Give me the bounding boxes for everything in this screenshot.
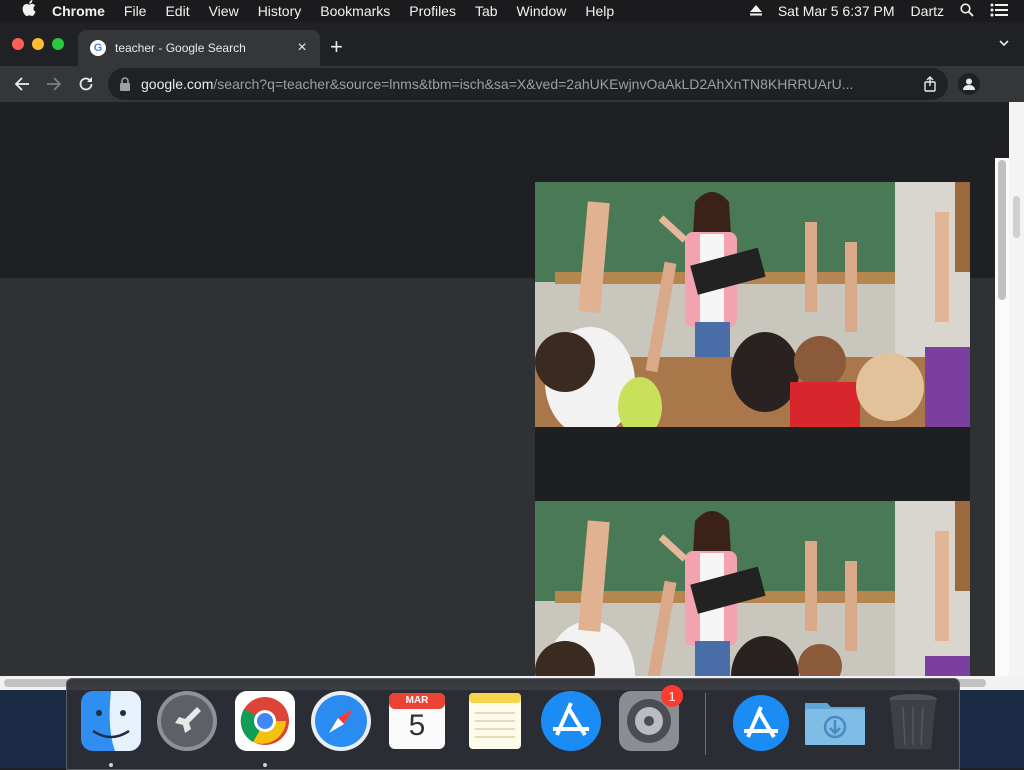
profile-avatar-icon[interactable]	[958, 73, 980, 95]
calendar-icon[interactable]: MAR 5	[385, 689, 449, 753]
launchpad-icon[interactable]	[155, 689, 219, 753]
url-host: google.com	[141, 76, 214, 92]
share-icon[interactable]	[922, 76, 938, 92]
downloads-folder-icon[interactable]	[803, 689, 867, 753]
lock-icon[interactable]	[119, 77, 131, 91]
page-content	[0, 102, 1009, 676]
apple-menu-icon[interactable]	[20, 0, 38, 23]
browser-toolbar: google.com/search?q=teacher&source=lnms&…	[0, 66, 1024, 102]
app-store-icon[interactable]	[539, 689, 603, 753]
safari-icon[interactable]	[309, 689, 373, 753]
menu-help[interactable]: Help	[585, 0, 614, 22]
menu-view[interactable]: View	[209, 0, 239, 22]
reload-icon[interactable]	[74, 72, 98, 96]
chrome-running-dot	[263, 763, 267, 767]
window-close-button[interactable]	[12, 38, 24, 50]
menu-window[interactable]: Window	[517, 0, 567, 22]
menu-file[interactable]: File	[124, 0, 147, 22]
tab-strip: G teacher - Google Search × +	[0, 22, 1024, 66]
google-favicon-icon: G	[90, 40, 106, 56]
eject-icon[interactable]	[749, 3, 762, 19]
menu-edit[interactable]: Edit	[165, 0, 189, 22]
menu-bar: Chrome File Edit View History Bookmarks …	[0, 0, 1024, 22]
calendar-day: 5	[408, 709, 426, 742]
chrome-icon[interactable]	[233, 689, 297, 753]
window-edge	[1009, 102, 1024, 688]
forward-arrow-icon[interactable]	[42, 72, 66, 96]
image-result-teacher-classroom[interactable]	[535, 182, 970, 427]
menu-tab[interactable]: Tab	[475, 0, 498, 22]
url-text[interactable]: google.com/search?q=teacher&source=lnms&…	[141, 76, 876, 92]
dock-separator	[705, 693, 706, 755]
back-arrow-icon[interactable]	[10, 72, 34, 96]
tab-search-chevron-icon[interactable]	[998, 36, 1010, 48]
image-result-teacher-classroom-duplicate[interactable]	[535, 501, 970, 676]
control-center-icon[interactable]	[990, 3, 1008, 20]
tab-teacher-google-search[interactable]: G teacher - Google Search ×	[78, 30, 320, 66]
menu-app-name[interactable]: Chrome	[52, 0, 105, 22]
url-path: /search?q=teacher&source=lnms&tbm=isch&s…	[213, 76, 854, 92]
tab-close-icon[interactable]: ×	[294, 39, 310, 57]
notes-icon[interactable]	[463, 689, 527, 753]
trash-icon[interactable]	[881, 689, 945, 753]
window-minimize-button[interactable]	[32, 38, 44, 50]
calendar-month: MAR	[405, 695, 429, 706]
window-zoom-button[interactable]	[52, 38, 64, 50]
address-bar[interactable]: google.com/search?q=teacher&source=lnms&…	[108, 68, 948, 100]
app-store-downloads-icon[interactable]	[729, 689, 793, 753]
new-tab-button[interactable]: +	[330, 34, 343, 60]
finder-running-dot	[109, 763, 113, 767]
image-preview	[535, 182, 970, 676]
vertical-scrollbar-thumb[interactable]	[998, 160, 1006, 300]
menu-bookmarks[interactable]: Bookmarks	[320, 0, 390, 22]
notification-badge: 1	[661, 685, 683, 707]
menu-profiles[interactable]: Profiles	[409, 0, 456, 22]
menu-history[interactable]: History	[258, 0, 302, 22]
finder-icon[interactable]	[79, 689, 143, 753]
menubar-user[interactable]: Dartz	[911, 3, 944, 19]
system-preferences-icon[interactable]: 1	[617, 685, 683, 753]
outer-scrollbar-thumb[interactable]	[1013, 196, 1020, 238]
tab-title: teacher - Google Search	[115, 41, 246, 55]
dock: MAR 5 1	[66, 678, 960, 770]
spotlight-search-icon[interactable]	[960, 2, 974, 20]
menubar-clock[interactable]: Sat Mar 5 6:37 PM	[778, 3, 895, 19]
